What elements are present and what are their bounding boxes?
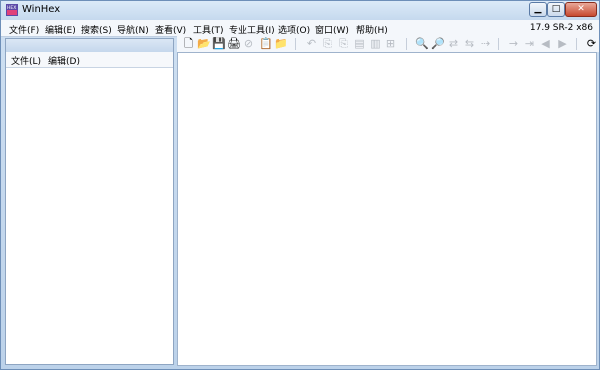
undo-icon[interactable]: ↶ — [305, 37, 318, 50]
menu-tools[interactable]: 工具(T) — [193, 23, 224, 36]
directory-browser-pane: 文件(L) 编辑(D) — [5, 38, 174, 365]
toolbar-separator — [576, 38, 577, 50]
window-title: WinHex — [22, 4, 61, 15]
replace-hex-icon[interactable]: ⇆ — [463, 37, 476, 50]
menu-navigate[interactable]: 导航(N) — [117, 23, 149, 36]
new-file-icon[interactable]: 🗋 — [182, 37, 195, 50]
fill-icon[interactable]: ⊞ — [384, 37, 397, 50]
minimize-icon: ▁ — [534, 4, 542, 14]
menu-search[interactable]: 搜索(S) — [81, 23, 112, 36]
winhex-window: HEX WinHex ▁ □ ✕ 文件(F) 编辑(E) 搜索(S) 导航(N)… — [0, 0, 600, 370]
refresh-icon[interactable]: ⟳ — [585, 37, 598, 50]
goto-next-icon[interactable]: → — [507, 37, 520, 50]
pane-menu-bar: 文件(L) 编辑(D) — [6, 52, 173, 68]
menu-window[interactable]: 窗口(W) — [315, 23, 349, 36]
menu-options[interactable]: 选项(O) — [278, 23, 310, 36]
main-workspace[interactable] — [177, 52, 597, 366]
close-button[interactable]: ✕ — [565, 2, 597, 17]
print-icon[interactable]: 🖨 — [227, 37, 241, 50]
paste-icon[interactable]: ▤ — [353, 37, 366, 50]
back-arrow-icon[interactable]: ◀ — [539, 37, 552, 50]
minimize-button[interactable]: ▁ — [529, 2, 547, 17]
goto-offset-icon[interactable]: ⇢ — [479, 37, 492, 50]
close-icon: ✕ — [577, 4, 585, 14]
svg-text:HEX: HEX — [7, 5, 16, 11]
write-icon[interactable]: ▥ — [369, 37, 382, 50]
find-text-icon[interactable]: 🔍 — [415, 37, 429, 50]
save-icon[interactable]: 💾 — [212, 37, 226, 50]
winhex-app-icon: HEX — [6, 4, 18, 16]
pane-header — [6, 39, 173, 52]
copy-block-icon[interactable]: ⎘ — [337, 37, 350, 50]
properties-icon[interactable]: 📋 — [259, 37, 273, 50]
forward-arrow-icon[interactable]: ▶ — [556, 37, 569, 50]
menu-file[interactable]: 文件(F) — [9, 23, 39, 36]
replace-text-icon[interactable]: ⇄ — [447, 37, 460, 50]
menu-edit[interactable]: 编辑(E) — [45, 23, 76, 36]
open-disk-icon[interactable]: 📁 — [274, 37, 288, 50]
menu-help[interactable]: 帮助(H) — [356, 23, 388, 36]
toolbar-separator — [295, 38, 296, 50]
menu-bar: 文件(F) 编辑(E) 搜索(S) 导航(N) 查看(V) 工具(T) 专业工具… — [1, 20, 599, 37]
maximize-button[interactable]: □ — [547, 2, 565, 17]
menu-specialist-tools[interactable]: 专业工具(I) — [229, 23, 275, 36]
copy-icon[interactable]: ⎘ — [321, 37, 334, 50]
toolbar-separator — [406, 38, 407, 50]
pane-menu-file[interactable]: 文件(L) — [11, 54, 41, 67]
open-folder-icon[interactable]: 📂 — [197, 37, 211, 50]
cancel-icon[interactable]: ⊘ — [242, 37, 255, 50]
version-label: 17.9 SR-2 x86 — [529, 23, 593, 33]
pane-menu-edit[interactable]: 编辑(D) — [48, 54, 80, 67]
menu-view[interactable]: 查看(V) — [155, 23, 186, 36]
find-hex-icon[interactable]: 🔎 — [431, 37, 445, 50]
title-bar[interactable]: HEX WinHex ▁ □ ✕ — [1, 1, 599, 20]
toolbar: 🗋 📂 💾 🖨 ⊘ 📋 📁 ↶ ⎘ ⎘ ▤ ▥ ⊞ 🔍 🔎 ⇄ ⇆ ⇢ → ⇥ ◀ ▶ ⟳ — [177, 36, 599, 52]
goto-end-icon[interactable]: ⇥ — [523, 37, 536, 50]
toolbar-separator — [498, 38, 499, 50]
maximize-icon: □ — [551, 4, 561, 14]
